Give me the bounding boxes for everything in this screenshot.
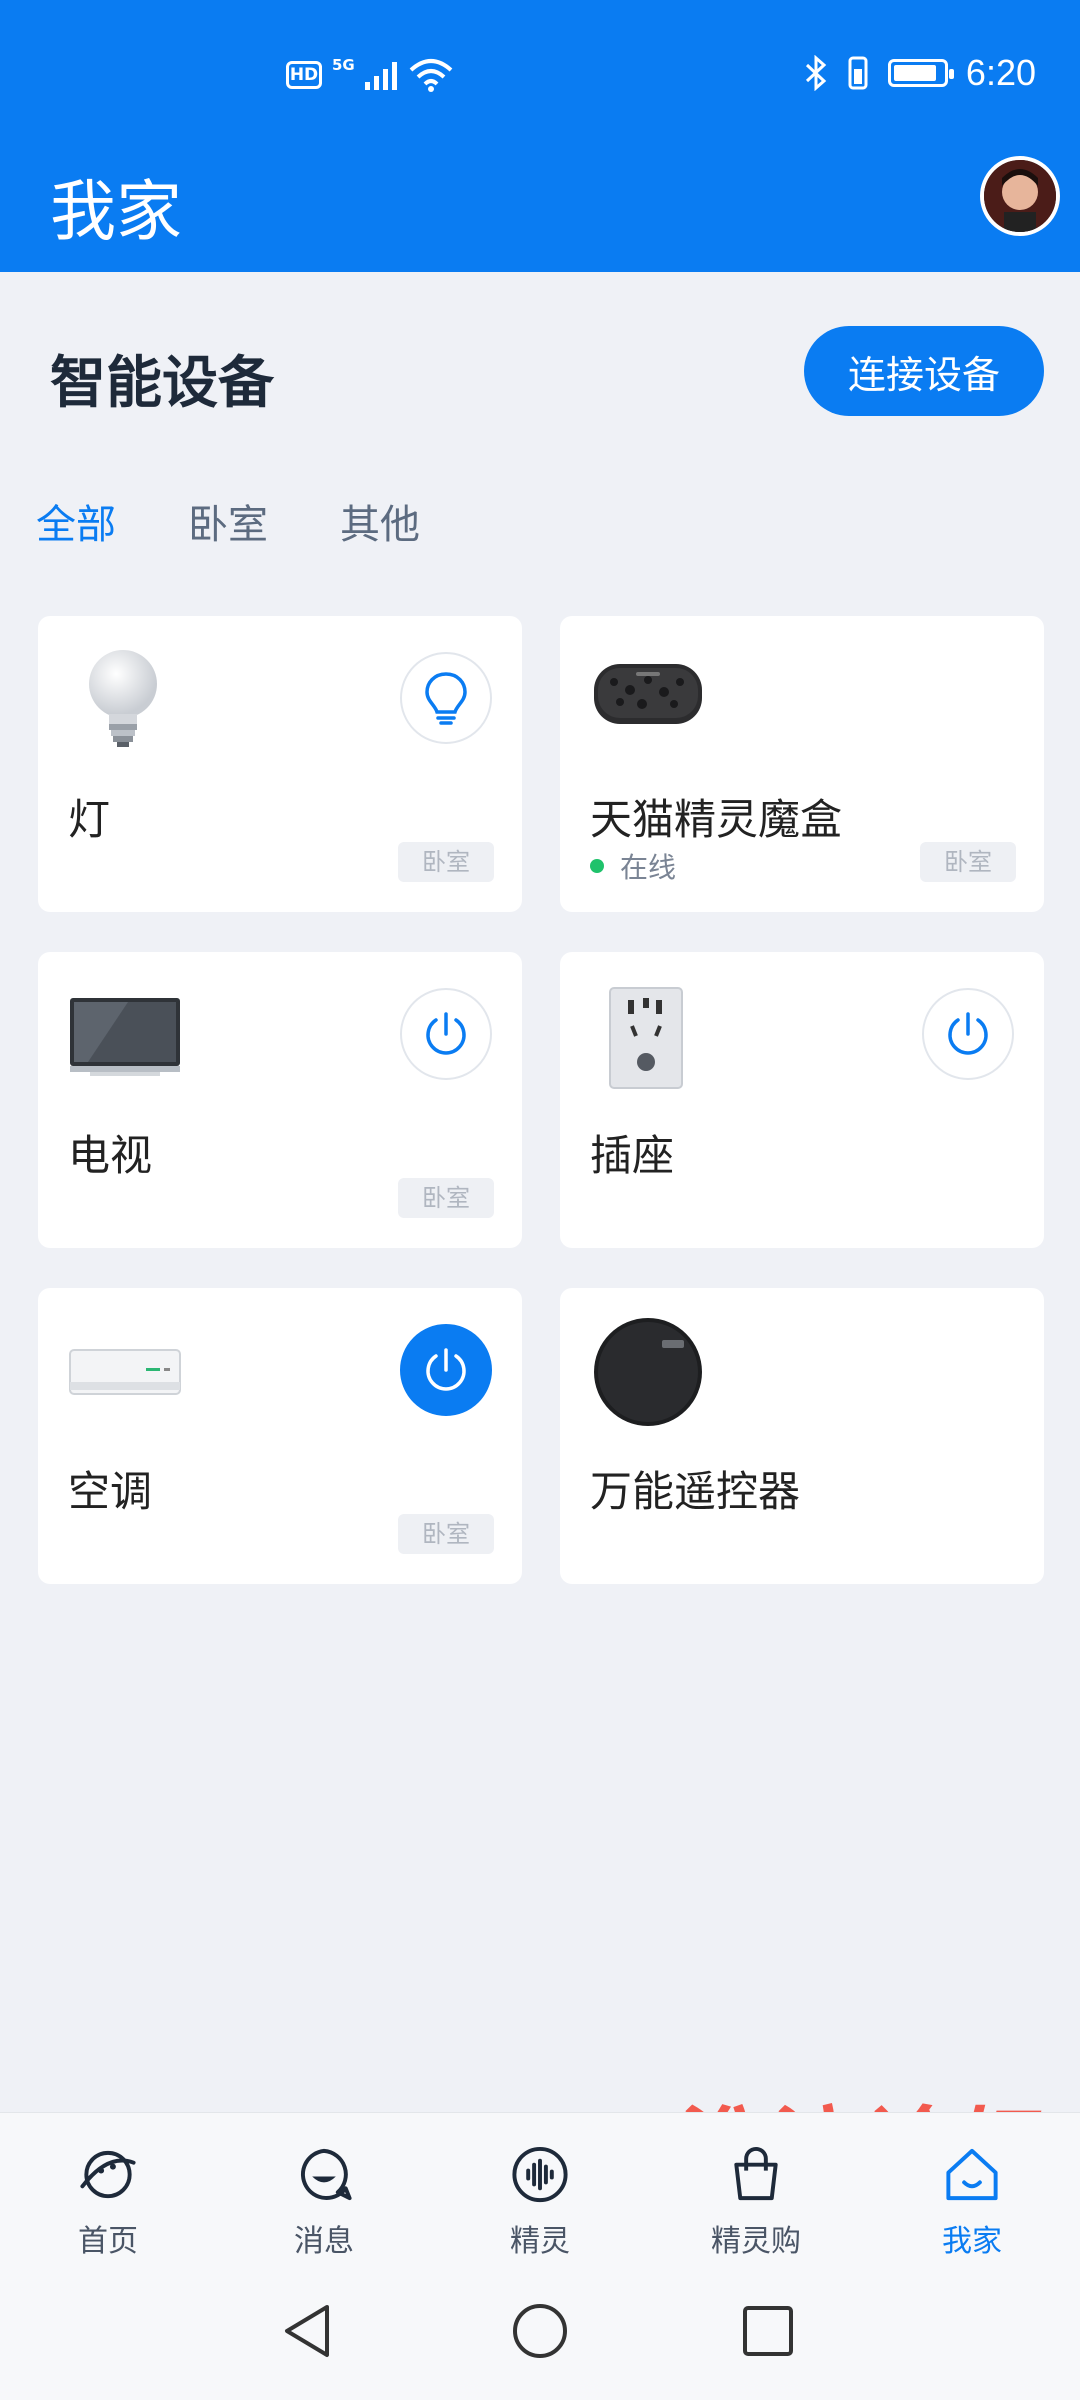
status-bar: HD 5G 6:20 <box>0 52 1080 108</box>
app-header: HD 5G 6:20 我家 <box>0 0 1080 272</box>
voice-icon <box>512 2146 568 2203</box>
tv-power-button[interactable] <box>400 988 492 1080</box>
back-button[interactable] <box>272 2296 342 2366</box>
tv-device-image <box>70 998 180 1076</box>
device-name: 万能遥控器 <box>590 1467 801 1516</box>
device-card-ac[interactable]: 空调 卧室 <box>38 1288 522 1584</box>
page-title: 我家 <box>50 173 182 250</box>
online-status-text: 在线 <box>620 851 677 884</box>
nav-genie[interactable]: 精灵 <box>432 2113 648 2260</box>
device-card-light[interactable]: 灯 卧室 <box>38 616 522 912</box>
room-tabs: 全部 卧室 其他 <box>36 492 420 550</box>
device-card-remote[interactable]: 万能遥控器 <box>560 1288 1044 1584</box>
ac-power-button[interactable] <box>400 1324 492 1416</box>
bottom-nav: 首页 消息 精灵 精灵购 我家 <box>0 2112 1080 2260</box>
room-badge: 卧室 <box>398 1514 494 1554</box>
tab-bedroom[interactable]: 卧室 <box>188 492 268 550</box>
nav-home[interactable]: 首页 <box>0 2113 216 2260</box>
chat-icon <box>300 2148 352 2201</box>
ac-device-image <box>69 1349 181 1395</box>
power-icon <box>426 1012 466 1055</box>
system-nav-bar <box>0 2260 1080 2400</box>
nav-label: 首页 <box>78 2224 138 2259</box>
nav-label: 我家 <box>942 2224 1002 2259</box>
signal-icon <box>364 62 397 90</box>
network-type: 5G <box>332 56 355 74</box>
power-icon <box>426 1348 466 1391</box>
light-toggle-button[interactable] <box>400 652 492 744</box>
device-card-tv[interactable]: 电视 卧室 <box>38 952 522 1248</box>
nav-label: 精灵 <box>510 2224 570 2259</box>
socket-device-image <box>609 987 683 1089</box>
remote-device-image <box>594 1318 702 1426</box>
avatar[interactable] <box>980 156 1060 236</box>
wifi-icon <box>409 59 453 92</box>
back-icon <box>285 2305 329 2357</box>
lightbulb-device-image <box>89 650 157 747</box>
recents-button[interactable] <box>733 2296 803 2366</box>
tab-other[interactable]: 其他 <box>340 492 420 550</box>
home-icon <box>946 2148 998 2201</box>
online-dot <box>590 859 604 873</box>
tmall-box-device-image <box>594 664 702 724</box>
power-icon <box>948 1012 988 1055</box>
bag-icon <box>734 2146 778 2201</box>
clock: 6:20 <box>965 52 1036 93</box>
device-card-socket[interactable]: 插座 <box>560 952 1044 1248</box>
section-title: 智能设备 <box>50 351 274 416</box>
bluetooth-icon <box>805 55 827 91</box>
socket-power-button[interactable] <box>922 988 1014 1080</box>
planet-icon <box>80 2150 136 2199</box>
device-name: 插座 <box>590 1131 675 1180</box>
circle-home-icon <box>513 2304 567 2358</box>
online-status: 在线 <box>590 846 676 886</box>
room-badge: 卧室 <box>920 842 1016 882</box>
home-button[interactable] <box>505 2296 575 2366</box>
square-recents-icon <box>743 2306 793 2356</box>
lightbulb-icon <box>425 672 467 725</box>
nav-messages[interactable]: 消息 <box>216 2113 432 2260</box>
connect-device-button[interactable]: 连接设备 <box>804 326 1044 416</box>
nav-label: 消息 <box>294 2224 354 2259</box>
nav-shop[interactable]: 精灵购 <box>648 2113 864 2260</box>
nav-my-home[interactable]: 我家 <box>864 2113 1080 2260</box>
battery-icon <box>887 59 954 87</box>
device-name: 灯 <box>68 795 111 844</box>
device-name: 电视 <box>68 1131 153 1180</box>
room-badge: 卧室 <box>398 842 494 882</box>
hd-badge: HD <box>286 61 322 89</box>
device-card-tmall-box[interactable]: 天猫精灵魔盒 在线 卧室 <box>560 616 1044 912</box>
vibrate-icon <box>848 56 868 90</box>
nav-label: 精灵购 <box>711 2224 801 2259</box>
room-badge: 卧室 <box>398 1178 494 1218</box>
device-name: 空调 <box>68 1467 153 1516</box>
avatar-image <box>984 160 1056 232</box>
tab-all[interactable]: 全部 <box>36 492 116 550</box>
device-name: 天猫精灵魔盒 <box>590 795 843 844</box>
